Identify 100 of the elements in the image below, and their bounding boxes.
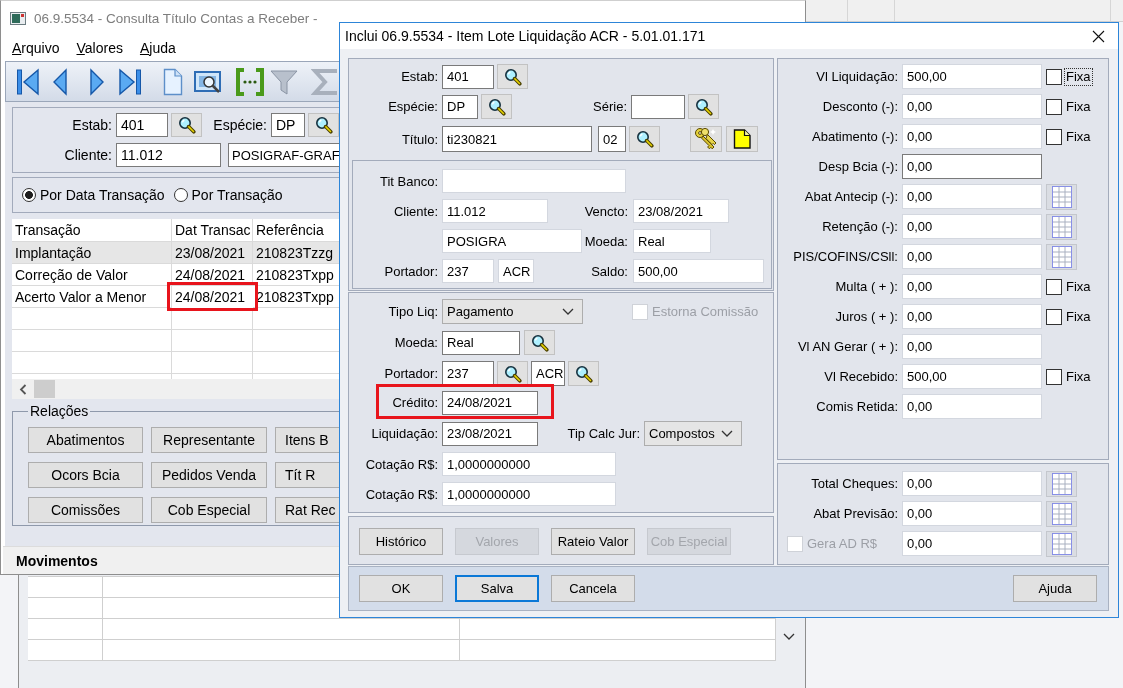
new-document-button[interactable]: [726, 126, 758, 152]
search-button[interactable]: [688, 94, 719, 119]
relation-button[interactable]: Tít R: [275, 462, 340, 488]
text-field[interactable]: 0,00: [902, 394, 1042, 419]
search-button[interactable]: [497, 64, 528, 89]
dialog-button[interactable]: OK: [359, 575, 443, 602]
radio-label[interactable]: Por Data Transação: [40, 187, 165, 203]
grid-button[interactable]: [1046, 183, 1077, 210]
text-field[interactable]: Real: [633, 229, 711, 253]
text-field[interactable]: 1,0000000000: [442, 482, 616, 506]
checkbox[interactable]: [1046, 98, 1062, 115]
search-button[interactable]: [524, 330, 555, 355]
text-field[interactable]: 23/08/2021: [442, 421, 538, 446]
checkbox[interactable]: [1046, 308, 1062, 325]
radio-button[interactable]: [22, 188, 36, 202]
text-field[interactable]: 1,0000000000: [442, 452, 616, 476]
next-icon[interactable]: [89, 67, 105, 96]
text-field[interactable]: 0,00: [902, 214, 1042, 239]
text-field[interactable]: DP: [271, 113, 305, 137]
text-field[interactable]: POSIGRA: [442, 229, 582, 253]
text-field[interactable]: 500,00: [902, 64, 1042, 89]
grid-button[interactable]: [1046, 500, 1077, 527]
help-button[interactable]: Ajuda: [1013, 575, 1097, 602]
previous-icon[interactable]: [52, 67, 68, 96]
text-field[interactable]: 02: [598, 126, 626, 152]
text-field[interactable]: [631, 94, 685, 119]
relation-button[interactable]: Itens B: [275, 427, 340, 453]
checkbox[interactable]: [1046, 278, 1062, 295]
action-button[interactable]: Histórico: [359, 528, 443, 555]
scrollbar[interactable]: [12, 379, 340, 399]
checkbox[interactable]: [1046, 368, 1062, 385]
grid-button[interactable]: [1046, 530, 1077, 557]
text-field[interactable]: 237: [442, 259, 494, 283]
last-page-icon[interactable]: [118, 67, 142, 96]
dialog-button[interactable]: Cancela: [551, 575, 635, 602]
relation-button[interactable]: Representante: [151, 427, 267, 453]
checkbox-label[interactable]: Fixa: [1064, 127, 1093, 146]
menu-item[interactable]: Arquivo: [12, 40, 60, 56]
text-field[interactable]: 0,00: [902, 184, 1042, 209]
first-page-icon[interactable]: [16, 67, 40, 96]
search-button[interactable]: [568, 361, 599, 386]
text-field[interactable]: 500,00: [902, 364, 1042, 389]
text-field[interactable]: POSIGRAF-GRAF: [228, 143, 340, 167]
search-button[interactable]: [629, 126, 660, 152]
relation-button[interactable]: Pedidos Venda: [151, 462, 267, 488]
action-button[interactable]: Rateio Valor: [551, 528, 635, 555]
radio-label[interactable]: Por Transação: [191, 187, 283, 203]
dropdown[interactable]: Pagamento: [442, 299, 583, 324]
search-button[interactable]: [171, 113, 202, 137]
text-field[interactable]: 237: [442, 361, 494, 386]
text-field[interactable]: 0,00: [902, 471, 1042, 496]
table-row[interactable]: Implantação 23/08/2021 210823Tzzg: [12, 242, 340, 264]
text-field[interactable]: ACR: [531, 361, 565, 386]
text-field[interactable]: 11.012: [442, 199, 548, 223]
search-button[interactable]: [497, 361, 528, 386]
text-field[interactable]: 0,00: [902, 124, 1042, 149]
text-field[interactable]: Real: [442, 330, 520, 355]
checkbox-label[interactable]: Fixa: [1064, 307, 1093, 326]
text-field[interactable]: 0,00: [902, 244, 1042, 269]
text-field[interactable]: 401: [442, 64, 494, 89]
text-field[interactable]: ti230821: [442, 126, 592, 152]
relation-button[interactable]: Rat Rec: [275, 497, 340, 523]
radio-button[interactable]: [173, 188, 188, 202]
text-field[interactable]: 0,00: [902, 304, 1042, 329]
text-field[interactable]: 24/08/2021: [442, 390, 538, 415]
relation-button[interactable]: Ocors Bcia: [28, 462, 143, 488]
brackets-icon[interactable]: [235, 67, 265, 96]
checkbox-label[interactable]: Fixa: [1064, 97, 1093, 116]
grid-button[interactable]: [1046, 243, 1077, 270]
grid-button[interactable]: [1046, 213, 1077, 240]
search-button[interactable]: [308, 113, 339, 137]
text-field[interactable]: ACR: [498, 259, 534, 283]
relation-button[interactable]: Abatimentos: [28, 427, 143, 453]
relation-button[interactable]: Comissões: [28, 497, 143, 523]
grid-button[interactable]: [1046, 470, 1077, 497]
checkbox-label[interactable]: Fixa: [1064, 367, 1093, 386]
text-field[interactable]: 0,00: [902, 501, 1042, 526]
text-field[interactable]: 23/08/2021: [633, 199, 729, 223]
search-icon: [177, 116, 196, 134]
document-icon[interactable]: [163, 67, 183, 96]
checkbox-label[interactable]: Fixa: [1064, 67, 1093, 86]
dialog-button[interactable]: Salva: [455, 575, 539, 602]
checkbox[interactable]: [1046, 128, 1062, 145]
text-field[interactable]: DP: [442, 94, 478, 119]
scrollbar-thumb[interactable]: [34, 380, 55, 398]
text-field[interactable]: 0,00: [902, 274, 1042, 299]
menu-item[interactable]: Ajuda: [139, 40, 176, 56]
text-field[interactable]: 0,00: [902, 334, 1042, 359]
text-field[interactable]: 11.012: [116, 143, 221, 167]
search-button[interactable]: [481, 94, 512, 119]
keys-button[interactable]: [690, 126, 722, 152]
menu-item[interactable]: Valores: [76, 40, 123, 56]
text-field[interactable]: 401: [116, 113, 168, 137]
text-field[interactable]: 0,00: [902, 94, 1042, 119]
dropdown[interactable]: Compostos: [644, 421, 742, 446]
checkbox-label[interactable]: Fixa: [1064, 277, 1093, 296]
text-field[interactable]: 500,00: [633, 259, 764, 283]
relation-button[interactable]: Cob Especial: [151, 497, 267, 523]
checkbox[interactable]: [1046, 68, 1062, 85]
text-field[interactable]: 0,00: [902, 154, 1042, 179]
